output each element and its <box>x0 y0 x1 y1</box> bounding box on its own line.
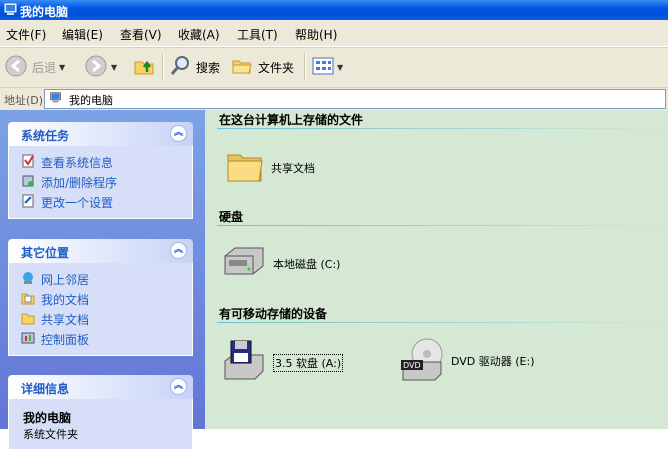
menu-file[interactable]: 文件(F) <box>6 26 46 43</box>
my-computer-icon <box>3 2 19 21</box>
search-icon <box>168 54 192 81</box>
network-icon <box>21 271 35 288</box>
item-local-disk-c[interactable]: 本地磁盘 (C:) <box>221 244 340 283</box>
place-label: 网上邻居 <box>41 272 90 287</box>
place-shared-documents[interactable]: 共享文档 <box>9 309 192 329</box>
place-label: 控制面板 <box>41 332 90 347</box>
system-tasks-title: 系统任务 <box>21 129 70 143</box>
item-floppy-a[interactable]: 3.5 软盘 (A:) <box>221 339 344 386</box>
task-view-system-info[interactable]: 查看系统信息 <box>9 152 192 172</box>
task-label: 添加/删除程序 <box>41 175 118 190</box>
item-shared-documents[interactable]: 共享文档 <box>225 146 315 189</box>
control-panel-icon <box>21 331 35 348</box>
search-label: 搜索 <box>196 60 221 75</box>
details-subtitle: 系统文件夹 <box>23 428 78 441</box>
group-stored-files: 在这台计算机上存储的文件 <box>217 111 668 129</box>
add-remove-icon <box>21 174 35 191</box>
toolbar: 后退 ▼ ▼ 搜索 文件夹 ▼ <box>0 47 668 88</box>
other-places-header[interactable]: 其它位置 ︽ <box>8 239 193 263</box>
address-label: 地址(D) <box>4 94 44 107</box>
item-label: 本地磁盘 (C:) <box>273 257 341 271</box>
group-removable-devices: 有可移动存储的设备 <box>217 305 668 323</box>
task-pane: 系统任务 ︽ 查看系统信息 添加/删除程序 更改一个设置 其它位置 ︽ 网上邻居… <box>0 110 205 450</box>
menu-edit[interactable]: 编辑(E) <box>62 26 103 43</box>
forward-arrow-icon <box>84 54 108 81</box>
item-label: 共享文档 <box>271 161 315 175</box>
group-title: 有可移动存储的设备 <box>219 307 328 321</box>
place-label: 我的文档 <box>41 292 90 307</box>
documents-folder-icon <box>21 291 35 308</box>
address-input[interactable]: 我的电脑 <box>44 89 666 109</box>
folder-icon <box>21 311 35 328</box>
system-tasks-header[interactable]: 系统任务 ︽ <box>8 122 193 146</box>
chevron-down-icon: ▼ <box>59 62 66 72</box>
collapse-icon[interactable]: ︽ <box>170 242 187 259</box>
menu-tools[interactable]: 工具(T) <box>237 26 278 43</box>
menu-bar: 文件(F) 编辑(E) 查看(V) 收藏(A) 工具(T) 帮助(H) <box>0 20 668 47</box>
item-dvd-e[interactable]: DVD DVD 驱动器 (E:) <box>399 336 535 385</box>
chevron-down-icon: ▼ <box>111 62 118 72</box>
task-label: 查看系统信息 <box>41 155 114 170</box>
forward-button[interactable]: ▼ <box>84 52 117 82</box>
task-add-remove-programs[interactable]: 添加/删除程序 <box>9 172 192 192</box>
views-button[interactable]: ▼ <box>312 52 343 82</box>
group-hard-drives: 硬盘 <box>217 208 668 226</box>
info-icon <box>21 154 35 171</box>
folders-button[interactable]: 文件夹 <box>230 52 294 82</box>
back-arrow-icon <box>4 54 28 81</box>
address-bar: 地址(D) 我的电脑 <box>0 87 668 110</box>
search-button[interactable]: 搜索 <box>168 52 220 82</box>
views-icon <box>312 56 334 79</box>
item-label: 3.5 软盘 (A:) <box>273 353 344 372</box>
details-title: 详细信息 <box>21 382 70 396</box>
menu-view[interactable]: 查看(V) <box>120 26 162 43</box>
place-my-documents[interactable]: 我的文档 <box>9 289 192 309</box>
my-computer-icon <box>49 91 63 108</box>
place-network[interactable]: 网上邻居 <box>9 269 192 289</box>
collapse-icon[interactable]: ︽ <box>170 125 187 142</box>
menu-help[interactable]: 帮助(H) <box>295 26 337 43</box>
chevron-down-icon: ▼ <box>337 62 344 72</box>
details-box: 详细信息 ︽ 我的电脑 系统文件夹 <box>8 375 193 450</box>
system-tasks-box: 系统任务 ︽ 查看系统信息 添加/删除程序 更改一个设置 <box>8 122 193 219</box>
floppy-drive-icon <box>221 339 267 386</box>
item-label: DVD 驱动器 (E:) <box>451 354 535 368</box>
menu-favorites[interactable]: 收藏(A) <box>178 26 220 43</box>
back-button[interactable]: 后退 ▼ <box>4 52 65 82</box>
up-button[interactable] <box>132 52 156 82</box>
window-title: 我的电脑 <box>20 5 69 19</box>
place-control-panel[interactable]: 控制面板 <box>9 329 192 349</box>
other-places-box: 其它位置 ︽ 网上邻居 我的文档 共享文档 控制面板 <box>8 239 193 356</box>
details-name: 我的电脑 <box>23 411 72 425</box>
folders-icon <box>230 54 254 81</box>
group-title: 在这台计算机上存储的文件 <box>219 113 364 127</box>
dvd-drive-icon: DVD <box>399 336 445 385</box>
back-label: 后退 <box>32 60 57 75</box>
folder-icon <box>225 146 265 189</box>
svg-text:DVD: DVD <box>403 361 421 370</box>
title-bar[interactable]: 我的电脑 <box>0 0 668 20</box>
settings-icon <box>21 194 35 211</box>
other-places-title: 其它位置 <box>21 246 70 260</box>
group-title: 硬盘 <box>219 210 244 224</box>
details-header[interactable]: 详细信息 ︽ <box>8 375 193 399</box>
place-label: 共享文档 <box>41 312 90 327</box>
task-change-setting[interactable]: 更改一个设置 <box>9 192 192 212</box>
folders-label: 文件夹 <box>258 60 295 75</box>
collapse-icon[interactable]: ︽ <box>170 378 187 395</box>
task-label: 更改一个设置 <box>41 195 114 210</box>
hard-disk-icon <box>221 244 267 283</box>
address-value: 我的电脑 <box>69 94 113 107</box>
folder-up-icon <box>132 54 156 81</box>
file-view: 在这台计算机上存储的文件 共享文档 硬盘 本地磁盘 (C:) 有可移动存储的设备… <box>205 110 668 429</box>
